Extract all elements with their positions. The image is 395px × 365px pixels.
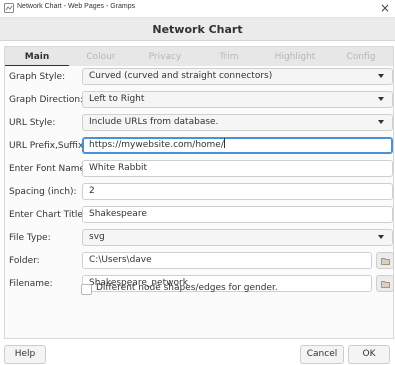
file-type-value: svg bbox=[89, 232, 105, 242]
close-icon[interactable]: × bbox=[380, 1, 390, 15]
url-style-label: URL Style: bbox=[9, 118, 56, 128]
graph-style-label: Graph Style: bbox=[9, 72, 66, 82]
url-prefix-value: https://mywebsite.com/home/ bbox=[89, 140, 224, 150]
chevron-down-icon bbox=[378, 235, 384, 239]
ok-button[interactable]: OK bbox=[348, 345, 390, 364]
graph-direction-select[interactable]: Left to Right bbox=[82, 91, 393, 108]
chevron-down-icon bbox=[378, 74, 384, 78]
folder-icon bbox=[381, 258, 390, 265]
dialog-header: Network Chart bbox=[0, 18, 395, 41]
filename-label: Filename: bbox=[9, 279, 53, 289]
spacing-label: Spacing (inch): bbox=[9, 187, 77, 197]
gender-shapes-checkbox[interactable] bbox=[81, 284, 92, 295]
url-prefix-label: URL Prefix,Suffix: bbox=[9, 141, 87, 151]
font-name-label: Enter Font Name: bbox=[9, 164, 89, 174]
graph-style-value: Curved (curved and straight connectors) bbox=[89, 71, 273, 81]
gramps-app-icon bbox=[4, 3, 14, 13]
folder-icon bbox=[381, 281, 390, 288]
dialog-title: Network Chart bbox=[152, 23, 243, 36]
tab-colour[interactable]: Colour bbox=[69, 47, 133, 67]
file-type-select[interactable]: svg bbox=[82, 229, 393, 246]
folder-input[interactable]: C:\Users\dave bbox=[82, 252, 372, 269]
graph-style-select[interactable]: Curved (curved and straight connectors) bbox=[82, 68, 393, 85]
chart-title-value: Shakespeare bbox=[89, 209, 147, 219]
tab-main[interactable]: Main bbox=[5, 47, 69, 67]
font-name-value: White Rabbit bbox=[89, 163, 148, 173]
folder-browse-button[interactable] bbox=[376, 252, 394, 269]
main-tab-panel: Graph Style: Curved (curved and straight… bbox=[4, 66, 394, 339]
tab-bar: Main Colour Privacy Trim Highlight Confi… bbox=[4, 46, 394, 67]
tab-highlight[interactable]: Highlight bbox=[261, 47, 329, 67]
tab-privacy[interactable]: Privacy bbox=[133, 47, 197, 67]
graph-direction-value: Left to Right bbox=[89, 94, 145, 104]
font-name-input[interactable]: White Rabbit bbox=[82, 160, 393, 177]
graph-direction-label: Graph Direction: bbox=[9, 95, 84, 105]
chart-title-input[interactable]: Shakespeare bbox=[82, 206, 393, 223]
text-cursor bbox=[223, 138, 225, 148]
window-titlebar: Network Chart - Web Pages - Gramps × bbox=[0, 0, 395, 18]
cancel-button[interactable]: Cancel bbox=[300, 345, 344, 364]
chevron-down-icon bbox=[378, 120, 384, 124]
chevron-down-icon bbox=[378, 97, 384, 101]
tab-trim[interactable]: Trim bbox=[197, 47, 261, 67]
folder-value: C:\Users\dave bbox=[89, 255, 152, 265]
spacing-value: 2 bbox=[89, 186, 95, 196]
url-prefix-input[interactable]: https://mywebsite.com/home/ bbox=[82, 137, 393, 154]
chart-title-label: Enter Chart Title: bbox=[9, 210, 86, 220]
file-type-label: File Type: bbox=[9, 233, 51, 243]
url-style-select[interactable]: Include URLs from database. bbox=[82, 114, 393, 131]
help-button[interactable]: Help bbox=[4, 345, 46, 364]
gender-shapes-label: Different node shapes/edges for gender. bbox=[96, 283, 278, 293]
filename-browse-button[interactable] bbox=[376, 275, 394, 292]
folder-label: Folder: bbox=[9, 256, 40, 266]
url-style-value: Include URLs from database. bbox=[89, 117, 219, 127]
tab-config[interactable]: Config bbox=[329, 47, 393, 67]
spacing-input[interactable]: 2 bbox=[82, 183, 393, 200]
window-title: Network Chart - Web Pages - Gramps bbox=[17, 3, 136, 10]
